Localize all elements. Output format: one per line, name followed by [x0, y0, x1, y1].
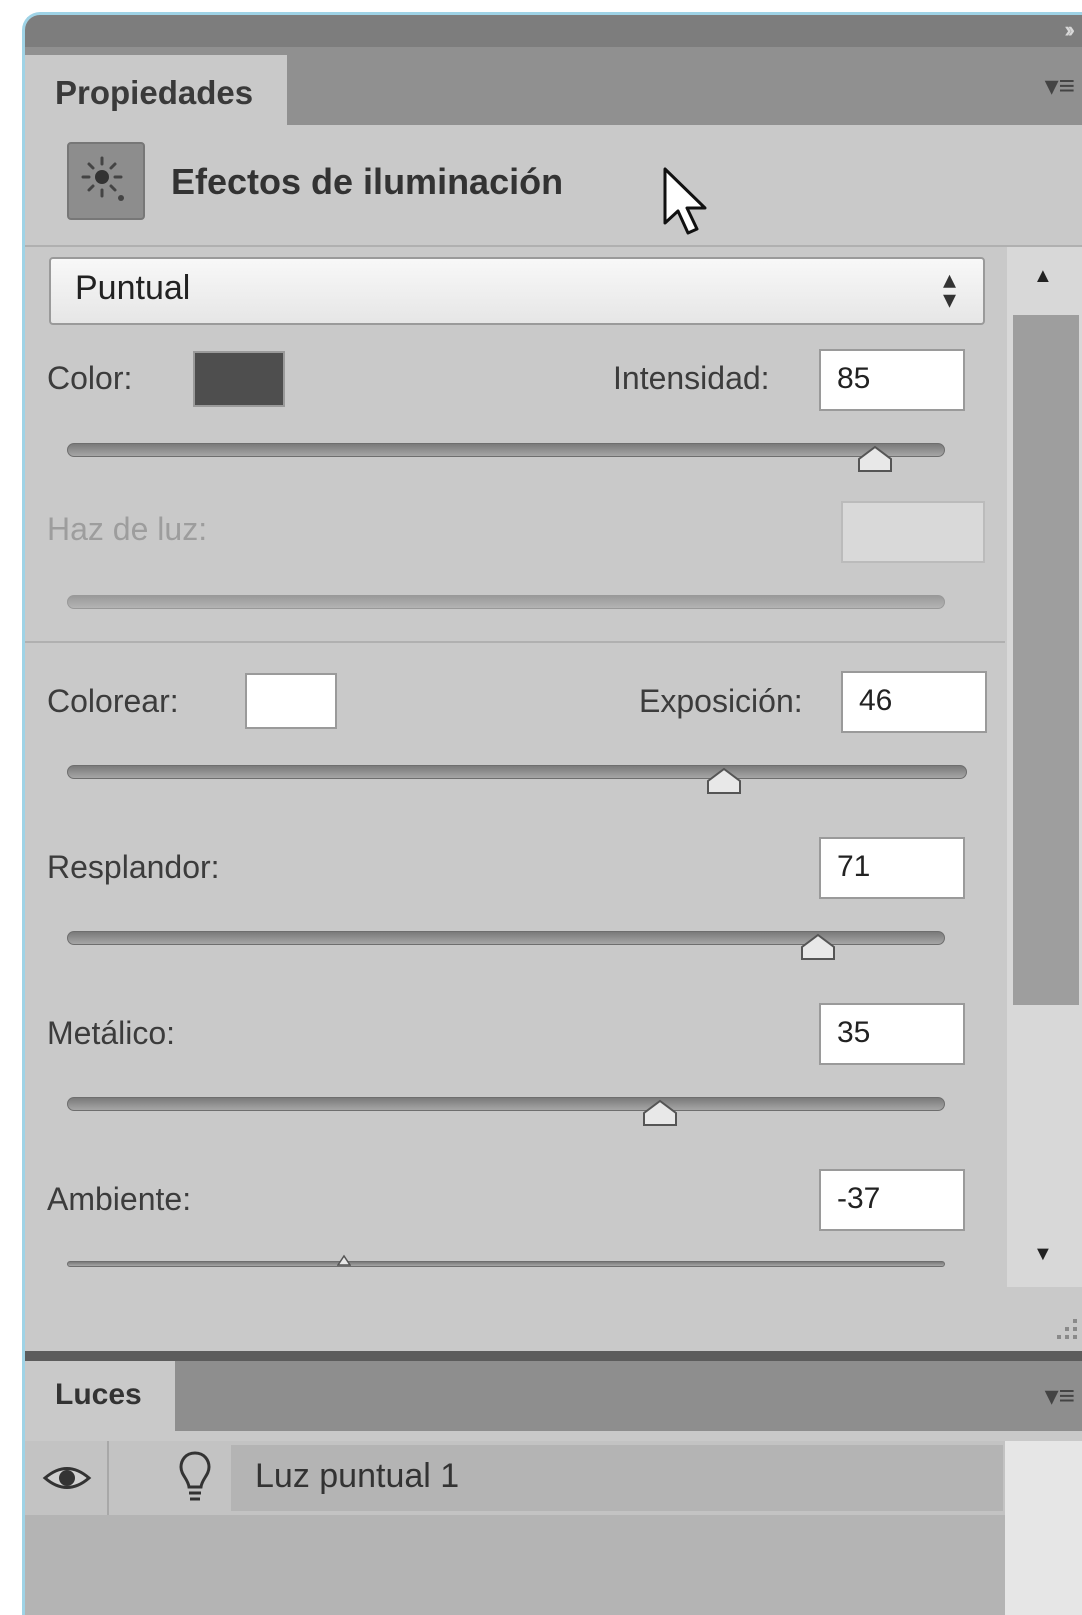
- collapse-panels-icon[interactable]: ››: [1064, 17, 1074, 43]
- scroll-down-icon[interactable]: ▼: [1033, 1243, 1053, 1266]
- light-type-value: Puntual: [75, 269, 191, 307]
- intensidad-label: Intensidad:: [613, 360, 770, 396]
- metalico-slider-thumb[interactable]: [641, 1099, 679, 1127]
- scroll-up-icon[interactable]: ▲: [1033, 265, 1053, 288]
- effect-title: Efectos de iluminación: [171, 161, 564, 202]
- light-bulb-icon: [175, 1447, 215, 1512]
- color-swatch[interactable]: [193, 351, 285, 407]
- exposicion-input[interactable]: 46: [841, 671, 987, 733]
- eye-icon[interactable]: [25, 1441, 109, 1515]
- panel-top-strip: ››: [25, 15, 1082, 47]
- ambiente-slider-track[interactable]: [67, 1261, 945, 1267]
- haz-de-luz-input: [841, 501, 985, 563]
- colorear-swatch[interactable]: [245, 673, 337, 729]
- select-arrows-icon: ▴ ▾: [943, 264, 957, 314]
- resize-grip-icon[interactable]: [1045, 1311, 1081, 1347]
- section-divider: [25, 641, 1005, 643]
- resplandor-slider-thumb[interactable]: [799, 933, 837, 961]
- exposicion-label: Exposición:: [639, 683, 803, 719]
- resplandor-input[interactable]: 71: [819, 837, 965, 899]
- metalico-slider-track[interactable]: [67, 1097, 945, 1111]
- color-label: Color:: [47, 360, 133, 396]
- mouse-cursor-icon: [661, 167, 713, 244]
- intensidad-slider-track[interactable]: [67, 443, 945, 457]
- scrollbar-thumb[interactable]: [1013, 315, 1079, 1005]
- exposicion-slider-thumb[interactable]: [705, 767, 743, 795]
- tab-propiedades[interactable]: Propiedades: [25, 55, 287, 133]
- tab-luces[interactable]: Luces: [25, 1361, 175, 1431]
- metalico-input[interactable]: 35: [819, 1003, 965, 1065]
- panel-separator: [25, 1351, 1082, 1361]
- ambiente-label: Ambiente:: [47, 1181, 192, 1217]
- haz-de-luz-slider-track: [67, 595, 945, 609]
- exposicion-slider-track[interactable]: [67, 765, 967, 779]
- resplandor-label: Resplandor:: [47, 849, 220, 885]
- lights-list-empty-area: [25, 1515, 1082, 1615]
- lights-tab-bar: ▾≡: [25, 1361, 1082, 1431]
- ambiente-slider-thumb[interactable]: [336, 1253, 351, 1266]
- intensidad-input[interactable]: 85: [819, 349, 965, 411]
- ambiente-input[interactable]: -37: [819, 1169, 965, 1231]
- lights-panel-menu-icon[interactable]: ▾≡: [1045, 1379, 1075, 1412]
- lights-scrollbar[interactable]: [1005, 1441, 1082, 1615]
- panel-menu-icon[interactable]: ▾≡: [1045, 69, 1075, 102]
- metalico-label: Metálico:: [47, 1015, 176, 1051]
- light-item-name: Luz puntual 1: [255, 1457, 460, 1495]
- light-burst-icon[interactable]: [67, 142, 145, 220]
- properties-window: ›› ▾≡ Propiedades Efectos de iluminación…: [22, 12, 1082, 1615]
- colorear-label: Colorear:: [47, 683, 179, 719]
- haz-de-luz-label: Haz de luz:: [47, 511, 208, 547]
- intensidad-slider-thumb[interactable]: [856, 445, 894, 473]
